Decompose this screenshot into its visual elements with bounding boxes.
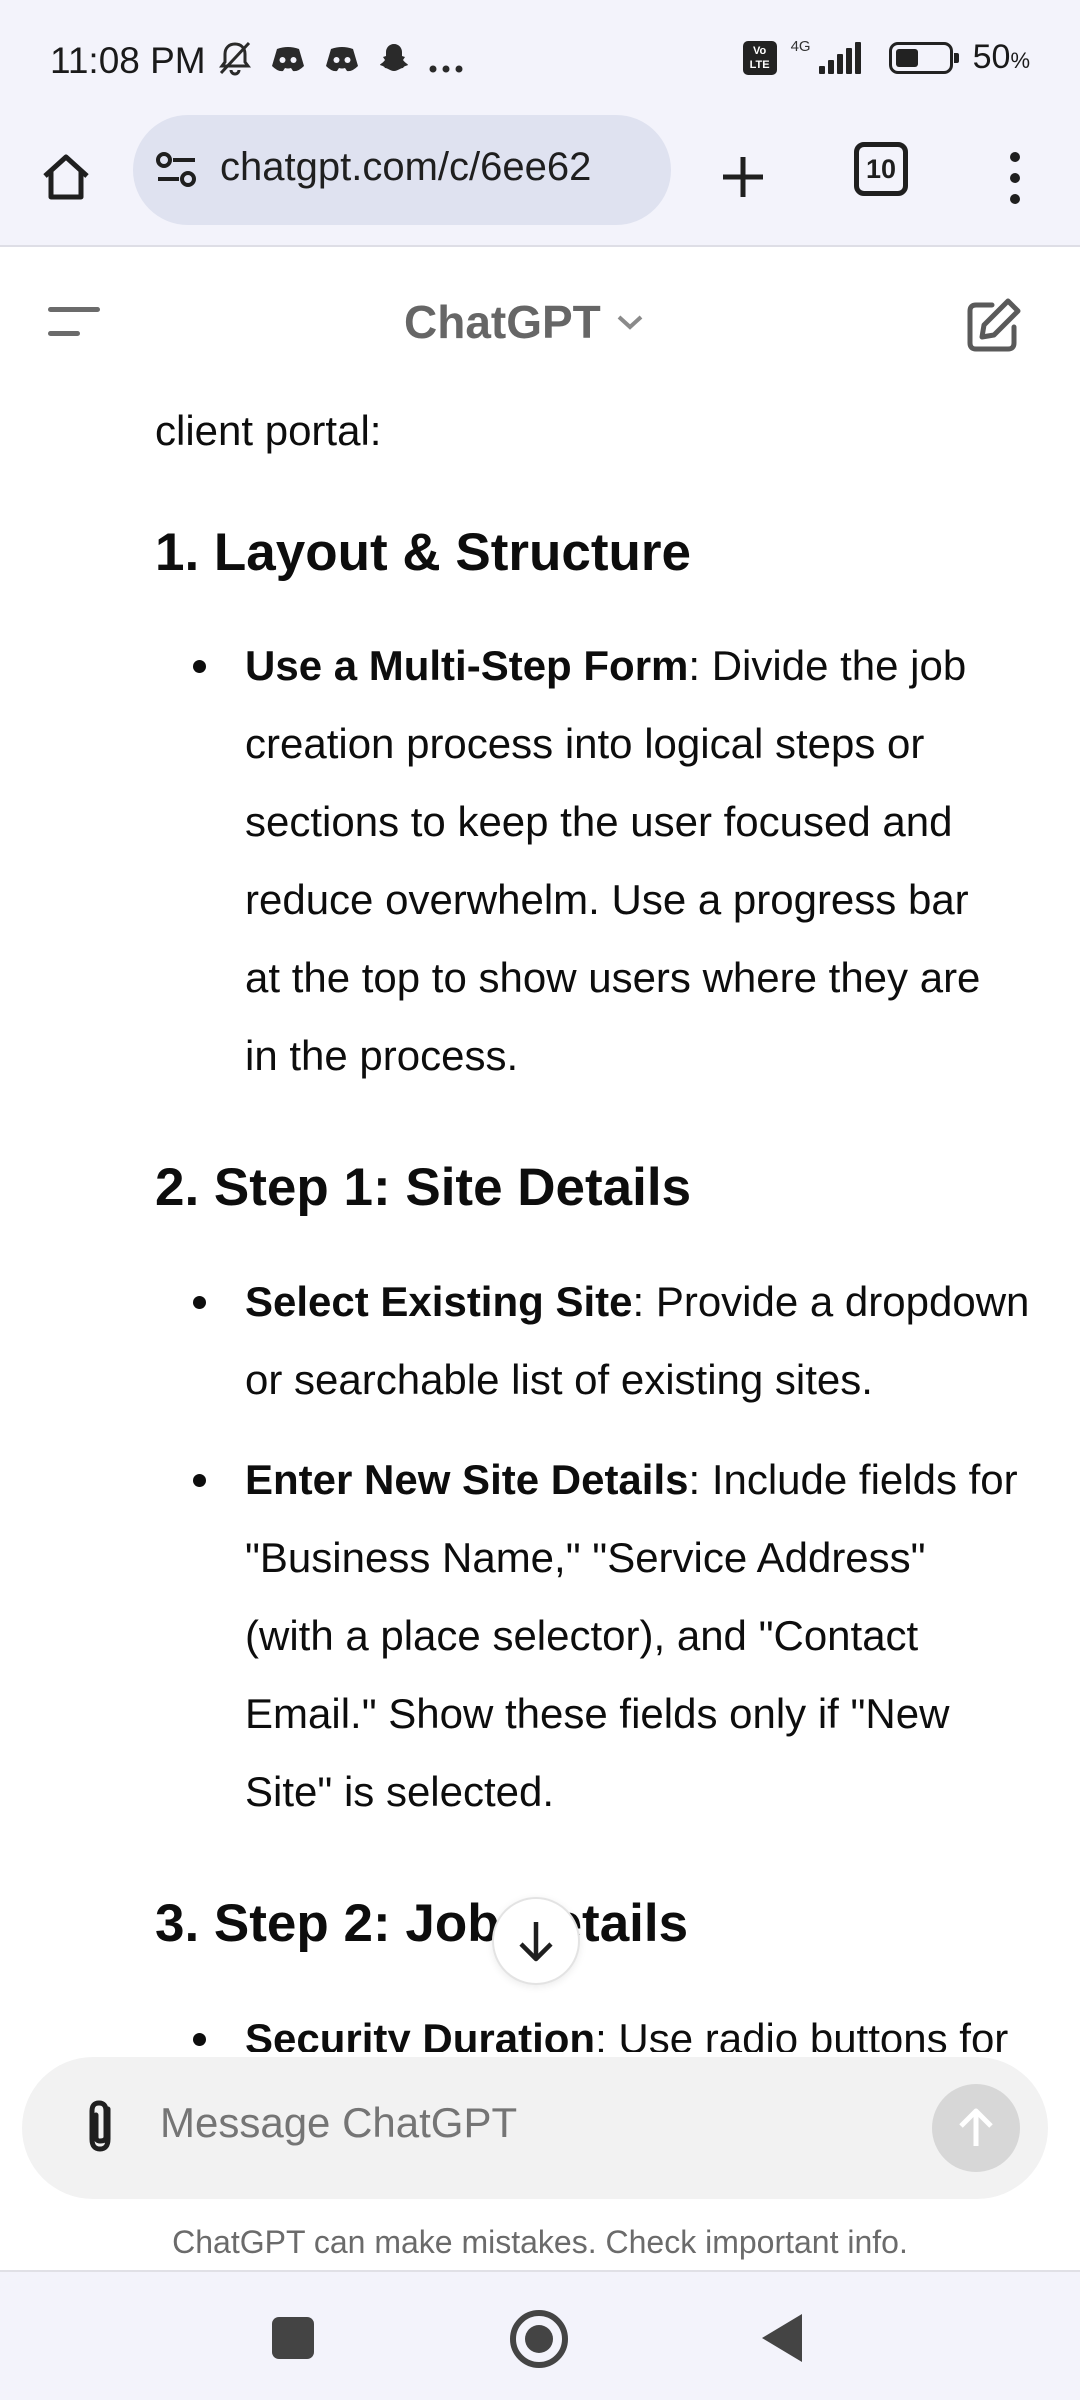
url-text[interactable]: chatgpt.com/c/6ee62 bbox=[220, 145, 591, 190]
send-button[interactable] bbox=[932, 2084, 1020, 2172]
section-heading: 3. Step 2: Job Details bbox=[155, 1894, 689, 1953]
message-lead-text: client portal: bbox=[155, 407, 382, 454]
list-item: Enter New Site Details: Include fields f… bbox=[245, 1456, 1018, 1815]
disclaimer-text: ChatGPT can make mistakes. Check importa… bbox=[172, 2224, 908, 2260]
snapchat-icon bbox=[378, 42, 410, 83]
status-bar: 11:08 PM Vo LTE 4G 50% bbox=[0, 0, 1080, 115]
model-selector[interactable]: ChatGPT bbox=[404, 295, 645, 349]
network-type: 4G bbox=[790, 38, 811, 55]
status-time: 11:08 PM bbox=[50, 40, 206, 81]
volte-badge: Vo LTE bbox=[742, 40, 777, 75]
signal-icon bbox=[818, 41, 861, 74]
bullet-dot bbox=[193, 660, 206, 673]
list-item: Security Duration: Use radio buttons for bbox=[245, 2015, 1009, 2052]
notification-icons bbox=[218, 40, 464, 85]
list-item: Select Existing Site: Provide a dropdown… bbox=[245, 1278, 1030, 1403]
system-status: Vo LTE 4G 50% bbox=[742, 38, 1030, 77]
message-scroll-area[interactable]: client portal: 1. Layout & Structure Use… bbox=[0, 397, 1080, 2052]
new-tab-button[interactable] bbox=[705, 139, 781, 215]
chevron-down-icon bbox=[617, 315, 643, 330]
bullet-dot bbox=[193, 2033, 206, 2046]
section-heading: 2. Step 1: Site Details bbox=[155, 1158, 692, 1217]
discord-icon bbox=[270, 43, 306, 83]
back-button[interactable] bbox=[762, 2314, 802, 2362]
arrow-down-icon bbox=[519, 1922, 553, 1962]
new-chat-button[interactable] bbox=[962, 295, 1024, 357]
browser-toolbar: chatgpt.com/c/6ee62 10 bbox=[0, 115, 1080, 247]
home-icon bbox=[43, 154, 89, 200]
sidebar-toggle-button[interactable] bbox=[48, 301, 108, 345]
chat-header: ChatGPT bbox=[0, 249, 1080, 397]
bullet-dot bbox=[193, 1296, 206, 1309]
browser-menu-button[interactable] bbox=[995, 143, 1035, 213]
address-bar[interactable]: chatgpt.com/c/6ee62 bbox=[133, 115, 671, 225]
attach-icon[interactable] bbox=[74, 2095, 130, 2159]
battery-level: 50% bbox=[972, 38, 1030, 76]
home-button[interactable] bbox=[30, 141, 102, 213]
bullet-dot bbox=[193, 1474, 206, 1487]
list-item: Use a Multi-Step Form: Divide the job cr… bbox=[245, 642, 981, 1079]
recent-apps-button[interactable] bbox=[272, 2317, 314, 2359]
tab-switcher-button[interactable]: 10 bbox=[854, 142, 908, 196]
bell-off-icon bbox=[218, 40, 252, 85]
discord-icon bbox=[324, 43, 360, 83]
message-input[interactable] bbox=[160, 2099, 860, 2147]
home-nav-button[interactable] bbox=[510, 2310, 568, 2368]
battery-icon bbox=[888, 41, 959, 74]
scroll-to-bottom-button[interactable] bbox=[492, 1897, 580, 1985]
chat-title: ChatGPT bbox=[404, 296, 601, 348]
system-nav-bar bbox=[0, 2270, 1080, 2400]
section-heading: 1. Layout & Structure bbox=[155, 523, 691, 582]
site-settings-icon bbox=[156, 152, 196, 187]
message-composer bbox=[22, 2057, 1048, 2199]
more-icon bbox=[428, 43, 464, 83]
plus-icon bbox=[723, 157, 763, 197]
arrow-up-icon bbox=[959, 2108, 993, 2146]
